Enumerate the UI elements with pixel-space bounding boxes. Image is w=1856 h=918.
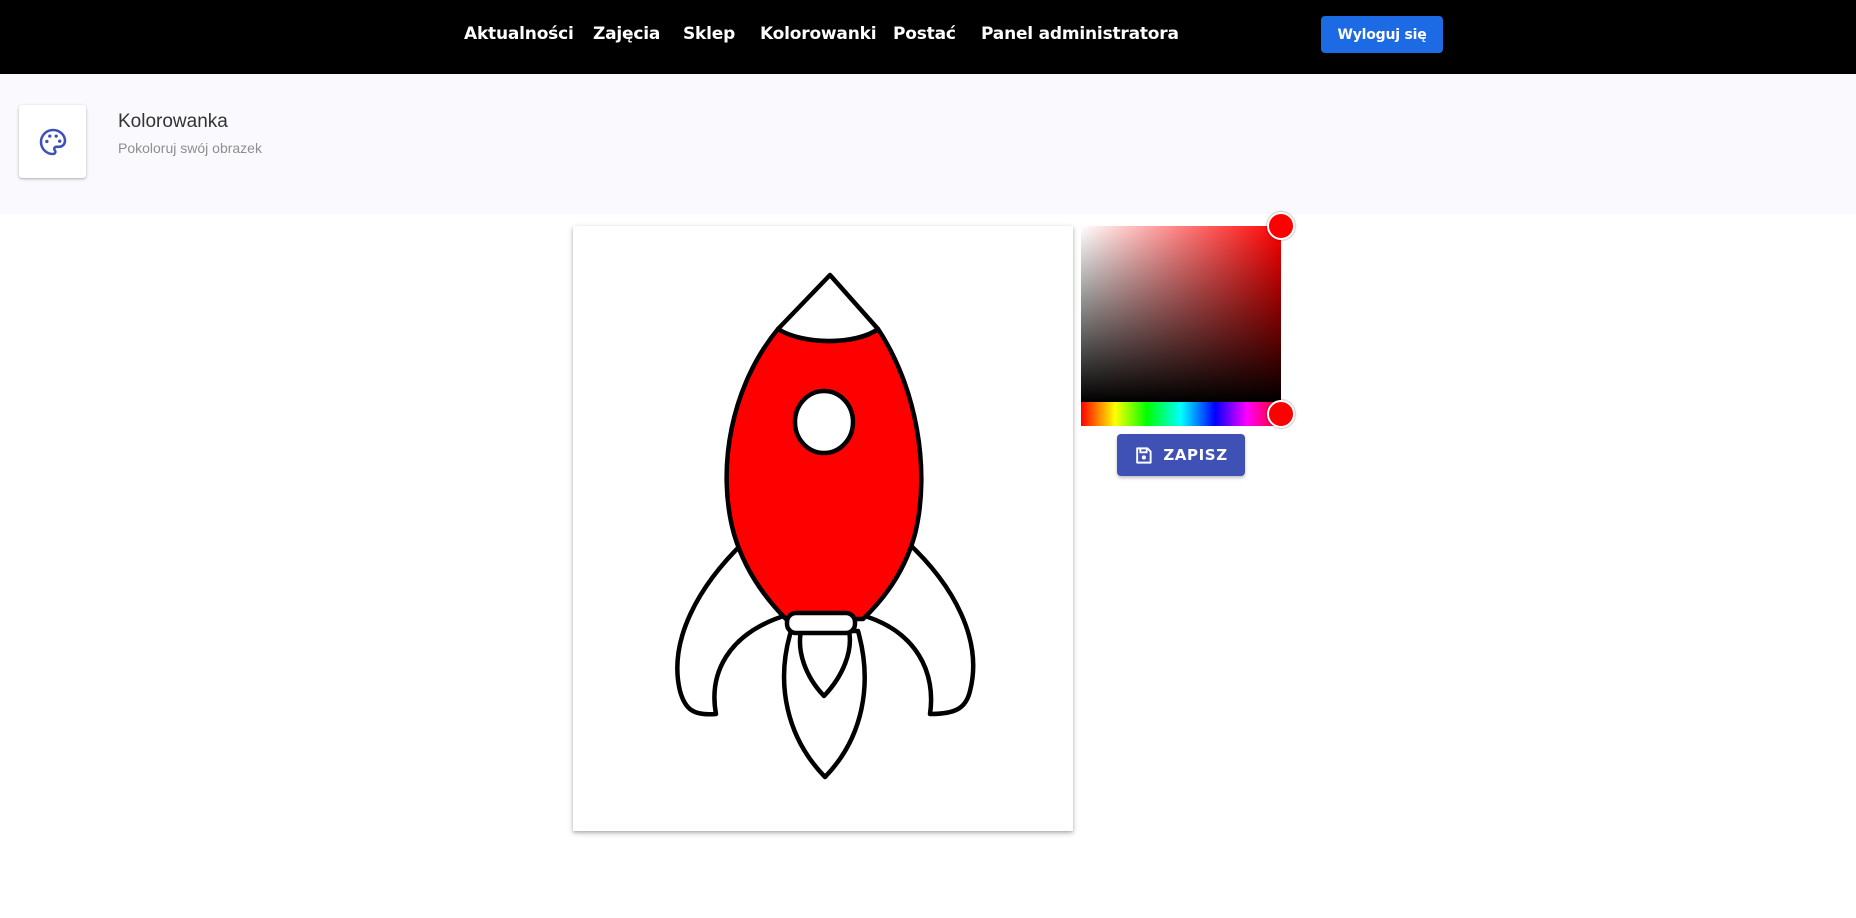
nav-item-aktualnosci[interactable]: Aktualności (464, 24, 574, 44)
save-button-label: ZAPISZ (1163, 446, 1228, 464)
main-nav: Aktualności Zajęcia Sklep Kolorowanki Po… (0, 0, 1856, 74)
rocket-drawing[interactable] (573, 226, 1073, 831)
page-icon-card (19, 105, 86, 178)
logout-button[interactable]: Wyloguj się (1321, 16, 1443, 53)
rocket-window[interactable] (792, 388, 856, 456)
nav-item-sklep[interactable]: Sklep (683, 24, 735, 44)
save-button[interactable]: ZAPISZ (1117, 434, 1245, 476)
page-subtitle: Pokoloruj swój obrazek (118, 140, 262, 156)
rocket-nozzle[interactable] (784, 610, 858, 636)
coloring-canvas[interactable] (573, 226, 1073, 831)
top-navbar: Aktualności Zajęcia Sklep Kolorowanki Po… (0, 0, 1856, 74)
saturation-picker[interactable] (1081, 226, 1281, 402)
nav-item-kolorowanki[interactable]: Kolorowanki (760, 24, 877, 44)
hue-thumb[interactable] (1267, 400, 1295, 428)
rocket-body[interactable] (724, 326, 924, 622)
hue-slider[interactable] (1081, 402, 1281, 426)
save-icon (1136, 446, 1152, 464)
rocket-nose[interactable] (775, 272, 881, 344)
palette-icon (39, 128, 66, 155)
nav-item-zajecia[interactable]: Zajęcia (593, 24, 660, 44)
nav-item-postac[interactable]: Postać (893, 24, 956, 44)
page-header (0, 74, 1856, 214)
page-title: Kolorowanka (118, 111, 228, 132)
saturation-thumb[interactable] (1267, 212, 1295, 240)
nav-item-panel-administratora[interactable]: Panel administratora (981, 24, 1179, 44)
